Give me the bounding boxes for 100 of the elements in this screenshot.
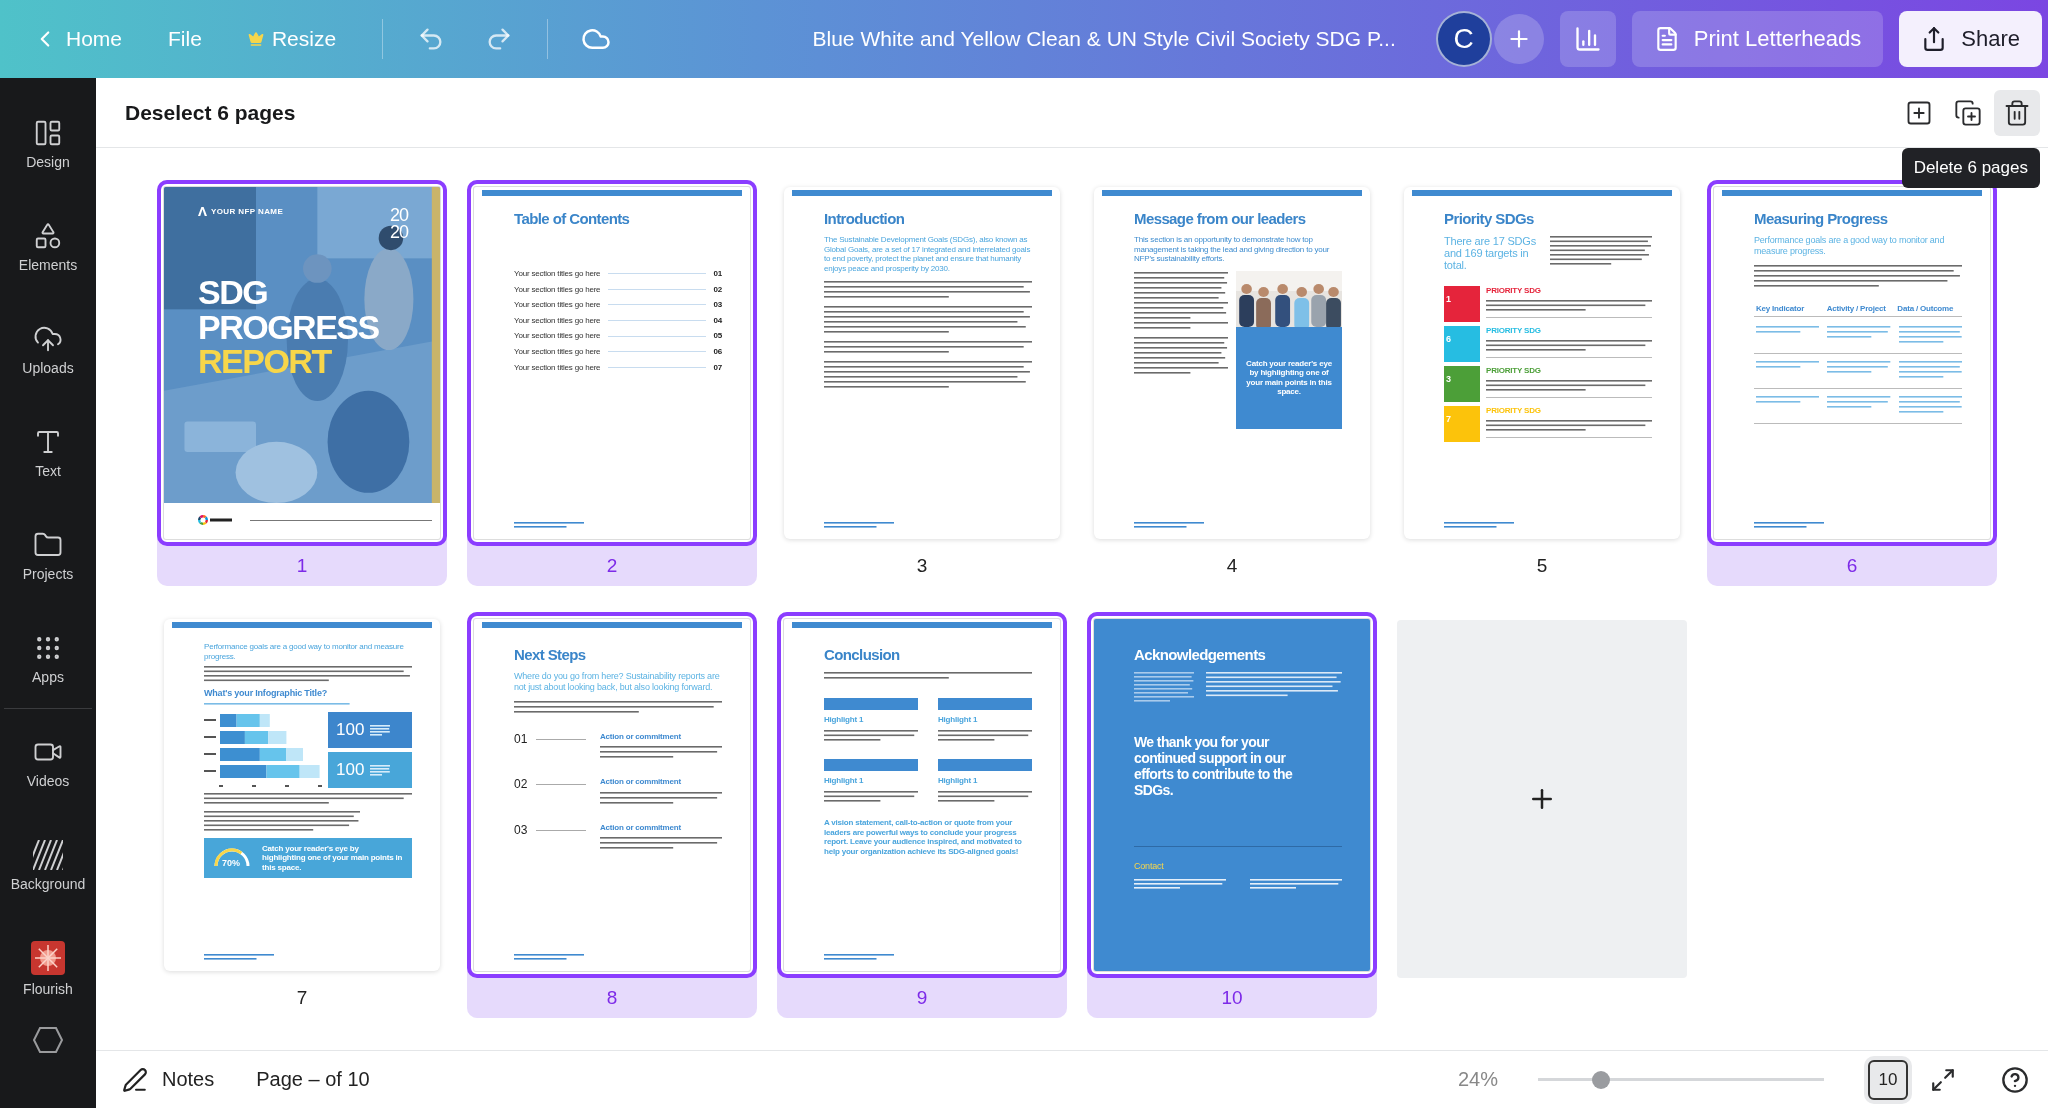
sidebar-item[interactable]: Flourish [0, 917, 96, 1020]
lead-text: This section is an opportunity to demonstrate how top management is taking the lead and giving direction to your NFP's sustainability efforts. [1134, 235, 1331, 264]
page-thumbnail[interactable] [474, 187, 750, 539]
text-lines-drawing [824, 953, 894, 961]
page-number: 10 [1220, 986, 1244, 1010]
cover-title: SDG [198, 275, 268, 310]
page-title: Acknowledgements [1134, 646, 1267, 663]
step-number: 01 [514, 731, 529, 746]
invite-button[interactable] [1493, 14, 1544, 64]
step-number: 03 [514, 822, 529, 837]
page-thumbnail[interactable]: Next Steps Where do you go from here? Sustainability reports are not just about looking back, but also looking forward. 01 Action or commitment 02 Action or commitment 03 Action or commitment [474, 619, 750, 971]
user-avatar[interactable]: C [1435, 11, 1492, 67]
page-title: Introduction [824, 210, 906, 227]
lead-text: Performance goals are a good way to monitor and measure progress. [1754, 235, 1946, 257]
goal-label: PRIORITY SDG [1486, 366, 1542, 376]
page-thumbnail[interactable] [784, 619, 1060, 971]
highlight-title: Highlight 1 [824, 715, 865, 725]
text-lines-drawing [514, 953, 584, 961]
toc-number: 01 [713, 269, 722, 279]
logo-icon [198, 207, 207, 216]
page-number: 1 [295, 554, 309, 578]
bar-chart-icon [1573, 25, 1602, 53]
selection-label[interactable]: Deselect 6 pages [125, 100, 1893, 125]
sidebar-item[interactable]: Elements [0, 195, 96, 298]
tile-number: 7 [1446, 414, 1451, 425]
page-number: 7 [295, 986, 309, 1010]
share-button[interactable]: Share [1899, 11, 2042, 67]
page-title: Message from our leaders [1134, 210, 1307, 227]
delete-tooltip: Delete 6 pages [1901, 148, 2040, 188]
print-button[interactable]: Print Letterheads [1631, 11, 1884, 67]
text-lines-drawing [1444, 521, 1514, 529]
crown-icon [247, 31, 264, 47]
goal-label: PRIORITY SDG [1486, 326, 1542, 336]
slider-thumb[interactable] [1591, 1070, 1610, 1089]
page-thumbnail[interactable]: Acknowledgements We thank you for your continued support in our efforts to contribute to the SDGs. Contact [1094, 619, 1370, 971]
page-number: 3 [915, 554, 929, 578]
app-icon[interactable] [32, 1026, 64, 1054]
page-number: 5 [1535, 554, 1549, 578]
stat-value: 100 [336, 720, 365, 740]
text-lines-drawing [1827, 325, 1891, 341]
text-lines-drawing [1756, 360, 1820, 371]
page-thumbnail[interactable]: Performance goals are a good way to monitor and measure progress. What's your Infographic Title? 100 100 70% Catch your reader's eye by highlighting one of your main points in this space. [164, 619, 440, 971]
callout-text: Catch your reader's eye by highlighting one of your main points in this space. [1246, 358, 1332, 397]
toc-entry: Your section titles go here [514, 300, 601, 310]
pattern-icon [33, 839, 63, 870]
sidebar-item[interactable]: Videos [0, 711, 96, 814]
page-number: 9 [915, 986, 929, 1010]
lead-text: There are 17 SDGs and 169 targets in total. [1444, 235, 1536, 272]
cover-title: PROGRESS [198, 309, 379, 345]
page-title: Conclusion [824, 646, 901, 663]
sidebar-item[interactable]: Uploads [0, 298, 96, 401]
page-thumbnail[interactable]: YOUR NFP NAME 20 20 SDG PROGRESS REPORT [164, 187, 440, 539]
toc-entry: Your section titles go here [514, 315, 601, 326]
page-thumbnail[interactable] [784, 187, 1060, 539]
goal-label: PRIORITY SDG [1486, 286, 1542, 296]
lead-text: The Sustainable Development Goals (SDGs), also known as Global Goals, are a set of 17 integrated and interrelated goals to end poverty, protect the planet and ensure that humanity enjoys peace and prosperity by 2030. [824, 235, 1032, 274]
toc-number: 03 [713, 300, 722, 310]
year-text: 20 20 [389, 207, 408, 242]
page-thumbnail[interactable]: Measuring Progress Performance goals are a good way to monitor and measure progress. Key Indicator Activity / Project Data / Outcome [1714, 187, 1990, 539]
text-lines-drawing [370, 764, 391, 776]
contact-heading: Contact [1134, 861, 1165, 873]
delete-button[interactable] [1994, 89, 2040, 136]
copy-icon [1954, 98, 1982, 127]
highlight-title: Highlight 1 [824, 776, 865, 786]
callout-text: Catch your reader's eye by highlighting one of your main points in this space. [262, 843, 404, 873]
toc-number: 06 [713, 346, 722, 357]
text-lines-drawing [1756, 325, 1820, 336]
organization-name: YOUR NFP NAME [211, 207, 284, 216]
highlight-title: Highlight 1 [938, 776, 979, 786]
text-lines-drawing [1898, 360, 1962, 381]
tile-number: 1 [1446, 294, 1451, 305]
lead-text: Performance goals are a good way to monitor and measure progress. [204, 642, 405, 662]
page-title: Table of Contents [514, 210, 631, 227]
text-lines-drawing [1827, 360, 1891, 376]
sidebar-item[interactable]: Text [0, 401, 96, 504]
infographic-title: What's your Infographic Title? [204, 688, 328, 699]
page-number: 4 [1225, 554, 1239, 578]
goals-logo-drawing [198, 515, 232, 525]
notes-button[interactable]: Notes [116, 1065, 221, 1094]
sidebar-item[interactable]: Design [0, 92, 96, 195]
sidebar-item[interactable]: Apps [0, 607, 96, 710]
text-lines-drawing [1754, 521, 1824, 529]
insights-button[interactable] [1559, 11, 1616, 67]
sidebar-item[interactable]: Projects [0, 504, 96, 607]
text-lines-drawing [1898, 325, 1962, 346]
quote-text: A vision statement, call-to-action or quote from your leaders are powerful ways to conclude your progress report. Leave your audience inspired, and motivated to help your organization achieve its SDG-aligned goals! [824, 818, 1023, 857]
sidebar-item[interactable]: Background [0, 814, 96, 917]
column-header: Activity / Project [1826, 303, 1887, 314]
page-thumbnail[interactable]: Priority SDGs There are 17 SDGs and 169 targets in total. 1 PRIORITY SDG 6 PRIORITY SDG 3 PRIORITY SDG 7 PRIORITY SDG [1404, 187, 1680, 539]
text-lines-drawing [1756, 395, 1820, 406]
shapes-icon [33, 220, 63, 251]
text-lines-drawing [1134, 671, 1194, 703]
thanks-text: We thank you for your continued support in our efforts to contribute to the SDGs. [1134, 734, 1294, 799]
pen-icon [122, 1066, 148, 1093]
toc-number: 07 [713, 362, 722, 373]
highlight-title: Highlight 1 [938, 715, 979, 725]
column-header: Key Indicator [1756, 303, 1806, 314]
page-thumbnail[interactable] [1094, 187, 1370, 539]
trash-icon [2003, 98, 2031, 127]
toc-number: 04 [713, 315, 722, 326]
